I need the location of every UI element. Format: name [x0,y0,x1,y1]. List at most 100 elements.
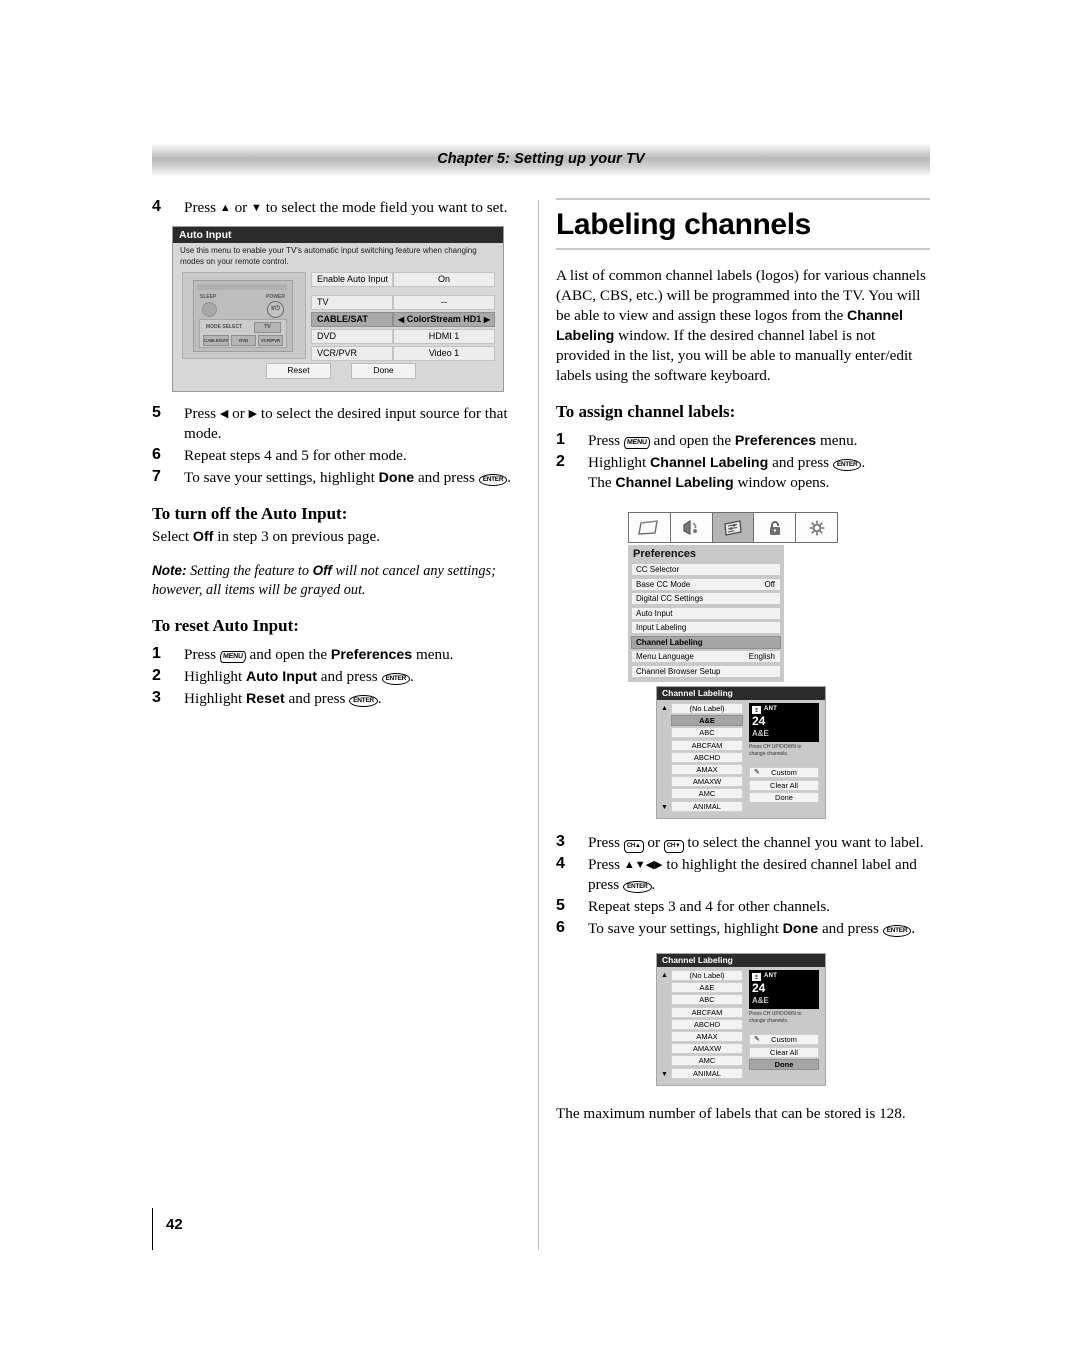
scroll-down-icon[interactable]: ▼ [661,804,668,811]
remote-sleep-label: SLEEP [200,294,217,300]
channel-labeling-osd-2: Channel Labeling ▲ ▼ (No Label) A&E ABC … [656,953,826,1086]
remote-button-vcrpvr: VCR/PVR [258,335,283,346]
heading-assign-channel-labels: To assign channel labels: [556,402,736,421]
list-item[interactable]: ANIMAL [671,1067,743,1079]
field-label: TV [311,295,393,310]
list-item[interactable]: A&E [671,982,743,994]
max-labels-note: The maximum number of labels that can be… [556,1105,906,1122]
pref-item-input-labeling[interactable]: Input Labeling [631,621,781,634]
reset-button[interactable]: Reset [266,363,331,379]
antenna-icon: ⍛ [752,705,761,714]
chapter-title: Chapter 5: Setting up your TV [437,151,645,167]
step-number: 2 [152,667,161,684]
pref-item-base-cc-mode[interactable]: Base CC Mode Off [631,577,781,591]
arrow-right-icon: ▶ [483,315,490,324]
field-tv[interactable]: TV -- [311,295,495,310]
scroll-up-icon[interactable]: ▲ [661,705,668,712]
chapter-header-bar: Chapter 5: Setting up your TV [152,143,930,177]
list-item[interactable]: AMC [671,788,743,800]
field-value: On [393,272,495,287]
step-text: Repeat steps 3 and 4 for other channels. [588,898,831,915]
list-item[interactable]: AMAXW [671,776,743,788]
pref-item-cc-selector[interactable]: CC Selector [631,563,781,576]
list-item[interactable]: ANIMAL [671,800,743,812]
step-text: Highlight Reset and press ENTER. [184,690,382,707]
osd-icon-bar [628,512,838,543]
page-title: Labeling channels [556,208,811,241]
list-item[interactable]: AMAX [671,1030,743,1042]
preview-hint: Press CH UP/DOWN to change channels. [749,744,802,757]
done-button[interactable]: Done [749,1059,819,1070]
remote-control-illustration: SLEEP POWER I/⏻ MODE SELECT TV CABLE/SAT… [182,272,306,359]
list-item[interactable]: ABCFAM [671,739,743,751]
custom-button[interactable]: ✎ Custom [749,1034,819,1045]
page-number: 42 [166,1216,183,1233]
pref-item-auto-input[interactable]: Auto Input [631,606,781,620]
osd-title: Channel Labeling [657,954,825,967]
right-column: Labeling channels A list of common chann… [556,198,930,1139]
list-item[interactable]: AMC [671,1055,743,1067]
auto-input-osd: Auto Input Use this menu to enable your … [172,226,504,392]
pref-item-channel-labeling[interactable]: Channel Labeling [631,635,781,649]
scroll-up-icon[interactable]: ▲ [661,972,668,979]
list-item[interactable]: ABCFAM [671,1006,743,1018]
auto-input-fields: Enable Auto Input On TV -- CABLE/SAT ◀ C… [311,272,495,363]
list-item[interactable]: (No Label) [671,703,743,714]
picture-icon[interactable] [629,513,671,542]
list-item[interactable]: ABCHD [671,1018,743,1030]
done-button[interactable]: Done [749,792,819,803]
field-label: VCR/PVR [311,346,393,361]
antenna-icon: ⍛ [752,972,761,981]
list-item[interactable]: ABC [671,727,743,739]
pref-item-menu-language[interactable]: Menu Language English [631,650,781,663]
left-column: 4 Press ▲ or ▼ to select the mode field … [152,198,512,711]
list-item[interactable]: AMAX [671,763,743,775]
step-text: Press ▲ or ▼ to select the mode field yo… [184,199,508,216]
list-item[interactable]: (No Label) [671,970,743,981]
enter-key-icon: ENTER [478,474,508,486]
step-number: 6 [152,446,161,463]
list-item[interactable]: AMAXW [671,1043,743,1055]
channel-number: 24 [752,981,766,995]
scroll-arrows: ▲ ▼ [660,703,670,813]
channel-preview: ⍛ ANT 24 A&E [749,703,819,742]
column-divider [538,200,539,1250]
list-item[interactable]: ABC [671,994,743,1006]
field-value: ColorStream HD1 [406,314,482,324]
field-dvd[interactable]: DVD HDMI 1 [311,329,495,344]
channel-labeling-buttons: ✎ Custom Clear All Done [749,1034,819,1072]
remote-mode-select-box: MODE SELECT TV CABLE/SAT DVD VCR/PVR [199,319,287,348]
field-enable-auto-input[interactable]: Enable Auto Input On [311,272,495,287]
custom-button[interactable]: ✎ Custom [749,767,819,778]
brightness-icon[interactable] [796,513,837,542]
step-text: Press MENU and open the Preferences menu… [588,432,858,449]
clear-all-button[interactable]: Clear All [749,779,819,791]
channel-label-list: (No Label) A&E ABC ABCFAM ABCHD AMAX AMA… [671,970,743,1080]
step-number: 2 [556,453,565,470]
menu-key-icon: MENU [219,651,247,663]
source-label: ANT [764,706,778,712]
list-item[interactable]: A&E [671,715,743,727]
preferences-icon[interactable] [712,513,755,542]
list-item[interactable]: ABCHD [671,751,743,763]
preferences-panel: Preferences CC Selector Base CC Mode Off … [628,545,784,682]
arrow-left-icon: ◀ [398,315,405,324]
title-rule-bottom [556,248,930,250]
field-value-selected: ◀ ColorStream HD1 ▶ [393,312,495,327]
step-text: Press CH▲ or CH▼ to select the channel y… [588,834,924,853]
audio-icon[interactable] [670,513,713,542]
remote-tv-button: TV [254,322,281,333]
mode-select-label: MODE SELECT [206,324,243,330]
step-number: 4 [152,198,161,215]
field-cablesat[interactable]: CABLE/SAT ◀ ColorStream HD1 ▶ [311,312,495,327]
done-button[interactable]: Done [351,363,416,379]
field-vcrpvr[interactable]: VCR/PVR Video 1 [311,346,495,361]
clear-all-button[interactable]: Clear All [749,1046,819,1058]
pref-item-digital-cc-settings[interactable]: Digital CC Settings [631,592,781,605]
enter-key-icon: ENTER [832,459,862,471]
scroll-down-icon[interactable]: ▼ [661,1071,668,1078]
title-rule-top [556,198,930,200]
lock-icon[interactable] [754,513,797,542]
heading-reset-auto-input: To reset Auto Input: [152,616,299,635]
pref-item-channel-browser-setup[interactable]: Channel Browser Setup [631,664,781,678]
